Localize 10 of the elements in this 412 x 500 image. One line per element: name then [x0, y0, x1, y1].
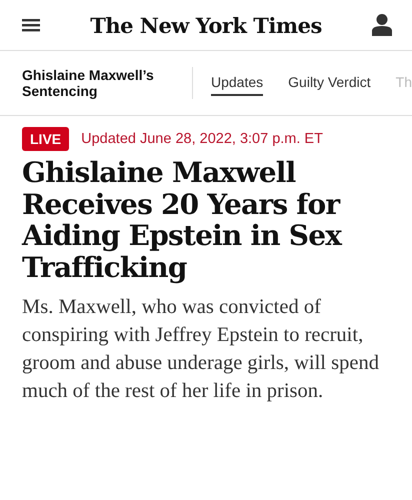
- live-badge: LIVE: [22, 127, 70, 151]
- updated-time: Updated June 28, 2022, 3:07 p.m. ET: [81, 131, 323, 147]
- logo[interactable]: The New York Times: [90, 12, 322, 38]
- section-title[interactable]: Ghislaine Maxwell’s Sentencing: [22, 67, 193, 99]
- account-icon[interactable]: [372, 14, 392, 36]
- section-tab[interactable]: Guilty Verdict: [288, 70, 371, 96]
- section-tab[interactable]: Updates: [211, 70, 264, 96]
- headline: Ghislaine Maxwell Receives 20 Years for Aiding Epstein in Sex Trafficking: [22, 157, 343, 283]
- menu-icon[interactable]: [22, 18, 40, 32]
- summary: Ms. Maxwell, who was convicted of conspiring with Jeffrey Epstein to recruit, groom and abuse underage girls, will spend much of the rest of her life in prison.: [22, 295, 380, 404]
